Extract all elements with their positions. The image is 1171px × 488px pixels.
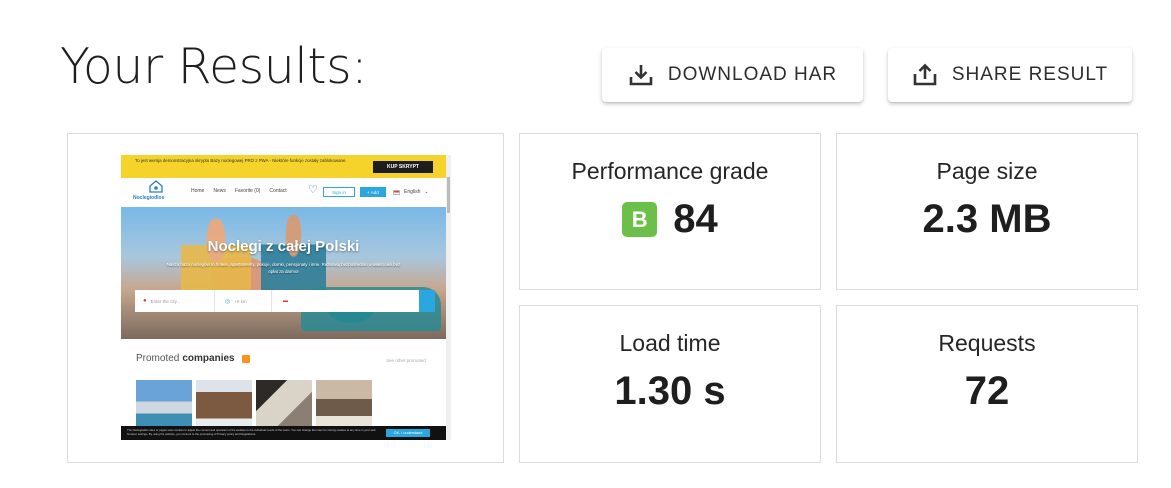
share-icon (913, 63, 937, 86)
promoted-label: Promoted (136, 353, 180, 364)
load-time-value: 1.30 s (614, 369, 726, 413)
promoted-thumbnail (196, 380, 252, 428)
requests-label: Requests (938, 330, 1036, 356)
promoted-thumbnails (136, 380, 372, 428)
hero-subtitle: Nasza baza noclegów to hotele, apartamen… (166, 262, 401, 274)
site-add-button: + Add (360, 187, 386, 197)
promoted-heading: Promoted companies (136, 353, 250, 364)
page-screenshot-card: To jest wersja demonstracyjna skryptu Ba… (67, 133, 504, 463)
performance-grade-card: Performance grade B 84 (519, 133, 821, 290)
category-field: ▬ (275, 290, 415, 312)
site-nav-link: Favorite (0) (234, 188, 261, 194)
city-placeholder: Enter the city... (150, 298, 181, 304)
page-size-card: Page size 2.3 MB (836, 133, 1138, 290)
site-logo-text: Noclegiodlos (133, 195, 165, 201)
cookie-text: The Noclegiodlos sites or pages uses coo… (127, 428, 376, 436)
promoted-bold: companies (182, 353, 235, 364)
promoted-thumbnail (316, 380, 372, 428)
flag-icon (393, 189, 400, 195)
load-time-card: Load time 1.30 s (519, 305, 821, 463)
share-result-label: SHARE RESULT (951, 64, 1109, 85)
site-nav-links: Home News Favorite (0) Contact (191, 188, 287, 194)
page-size-value: 2.3 MB (922, 197, 1052, 241)
bed-icon: ▬ (283, 298, 288, 304)
requests-value: 72 (964, 369, 1010, 413)
download-har-button[interactable]: DOWNLOAD HAR (602, 48, 863, 102)
cookie-ok-button: OK, I understand (386, 429, 430, 437)
house-icon (149, 180, 163, 193)
site-navbar: Noclegiodlos Home News Favorite (0) Cont… (121, 178, 446, 207)
distance-value: +0 km (234, 298, 247, 304)
performance-grade-label: Performance grade (571, 158, 769, 184)
site-logo: Noclegiodlos (133, 180, 178, 204)
download-har-label: DOWNLOAD HAR (667, 64, 838, 85)
site-language-label: English (404, 189, 421, 195)
site-nav-link: Contact (269, 188, 287, 194)
share-result-button[interactable]: SHARE RESULT (888, 48, 1132, 102)
buy-script-button: KUP SKRYPT (373, 161, 433, 173)
download-icon (629, 65, 653, 86)
requests-card: Requests 72 (836, 305, 1138, 463)
site-scrollbar (446, 155, 451, 440)
rss-icon (241, 354, 250, 363)
target-icon: ◎ (225, 298, 231, 305)
heart-icon: ♡ (308, 184, 318, 196)
distance-field: ◎ +0 km (217, 290, 272, 312)
site-hero: Noclegi z całej Polski Nasza baza nocleg… (121, 207, 446, 339)
map-pin-icon: ● (143, 298, 147, 304)
site-language-select: English ⌄ (393, 189, 429, 195)
grade-badge: B (622, 202, 658, 237)
see-all-link: See other promoted (386, 358, 426, 363)
cookie-banner: The Noclegiodlos sites or pages uses coo… (121, 426, 446, 440)
page-title: Your Results: (60, 38, 368, 95)
performance-grade-value: B 84 (622, 197, 718, 242)
site-signin-button: Sign in (323, 187, 355, 197)
demo-notice-text: To jest wersja demonstracyjna skryptu Ba… (135, 158, 347, 163)
website-screenshot: To jest wersja demonstracyjna skryptu Ba… (121, 155, 451, 440)
site-search-bar: ● Enter the city... ◎ +0 km ▬ (135, 290, 435, 312)
promoted-thumbnail (256, 380, 312, 428)
site-search-button (419, 290, 435, 312)
site-nav-link: Home (191, 188, 205, 194)
promoted-thumbnail (136, 380, 192, 428)
load-time-label: Load time (619, 330, 721, 356)
performance-score: 84 (673, 197, 718, 241)
site-nav-link: News (213, 188, 226, 194)
page-size-label: Page size (936, 158, 1038, 184)
site-scrollbar-thumb (447, 177, 450, 213)
demo-notice-bar: To jest wersja demonstracyjna skryptu Ba… (121, 155, 446, 178)
chevron-down-icon: ⌄ (424, 189, 429, 195)
hero-title: Noclegi z całej Polski (207, 238, 360, 255)
city-field: ● Enter the city... (135, 290, 215, 312)
